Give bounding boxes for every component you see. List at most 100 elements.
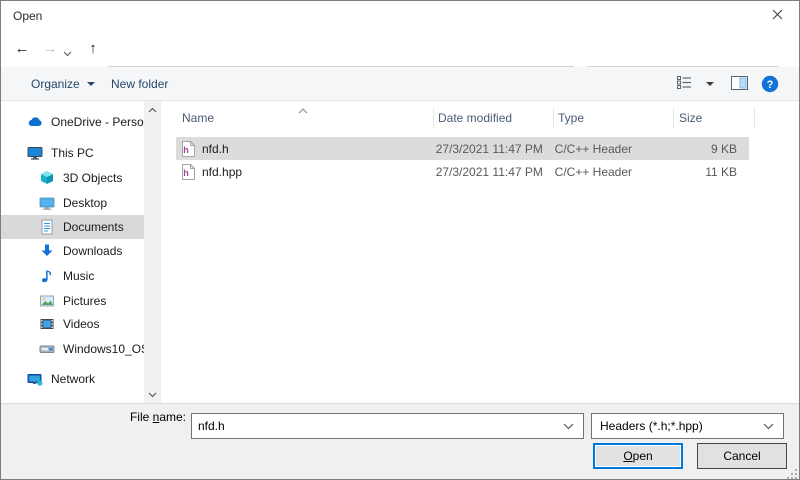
file-type-cell: C/C++ Header — [550, 142, 669, 156]
close-icon — [772, 9, 783, 23]
sidebar-item-videos[interactable]: Videos — [1, 312, 144, 336]
desktop-monitor-icon — [39, 195, 55, 211]
chevron-down-icon — [563, 423, 574, 430]
file-type-filter-value: Headers (*.h;*.hpp) — [592, 419, 763, 433]
sidebar-item-pictures[interactable]: Pictures — [1, 289, 144, 313]
button-text: pen — [633, 449, 653, 463]
file-name-cell: h nfd.hpp — [176, 164, 431, 180]
up-button[interactable]: ↑ — [81, 31, 105, 67]
chevron-up-icon — [148, 107, 157, 113]
details-view-icon — [677, 76, 692, 92]
music-note-icon — [39, 268, 55, 284]
dialog-title: Open — [13, 1, 42, 31]
column-divider[interactable] — [673, 108, 674, 128]
sidebar-item-onedrive[interactable]: OneDrive - Personal — [1, 110, 144, 134]
file-row-nfd-hpp[interactable]: h nfd.hpp 27/3/2021 11:47 PM C/C++ Heade… — [176, 160, 749, 183]
column-divider[interactable] — [754, 108, 755, 128]
file-name-label: File name: — [86, 404, 186, 430]
sidebar-item-downloads[interactable]: Downloads — [1, 239, 144, 263]
svg-text:?: ? — [767, 79, 774, 91]
preview-pane-button[interactable] — [726, 73, 752, 95]
caret-down-icon — [706, 82, 714, 86]
download-arrow-icon — [39, 243, 55, 259]
sidebar-item-documents[interactable]: Documents — [1, 215, 144, 239]
file-name: nfd.hpp — [202, 165, 242, 179]
file-name-cell: h nfd.h — [176, 141, 431, 157]
command-toolbar: Organize New folder — [1, 67, 799, 101]
sidebar-item-label: Videos — [63, 317, 99, 331]
sidebar-item-network[interactable]: Network — [1, 367, 144, 391]
sidebar-item-label: Desktop — [63, 196, 107, 210]
scroll-up-button[interactable] — [144, 101, 161, 118]
cancel-button[interactable]: Cancel — [697, 443, 787, 469]
button-text: Cancel — [723, 449, 760, 463]
file-size-cell: 9 KB — [669, 142, 749, 156]
sidebar-item-label: Documents — [63, 220, 124, 234]
open-file-dialog: Open ← → ↑ « GitHub › native — [0, 0, 800, 480]
file-type-cell: C/C++ Header — [550, 165, 669, 179]
organize-menu-button[interactable]: Organize — [31, 67, 95, 100]
file-size-cell: 11 KB — [669, 165, 749, 179]
sidebar-item-label: Music — [63, 269, 94, 283]
sidebar-item-3d-objects[interactable]: 3D Objects — [1, 166, 144, 190]
file-type-filter-dropdown[interactable]: Headers (*.h;*.hpp) — [591, 413, 784, 439]
column-header-date-modified[interactable]: Date modified — [438, 105, 512, 131]
forward-button[interactable]: → — [37, 31, 63, 67]
file-name-combobox[interactable] — [191, 413, 584, 439]
film-icon — [39, 316, 55, 332]
button-mnemonic: O — [623, 449, 632, 463]
column-header-type[interactable]: Type — [558, 105, 584, 131]
file-date-cell: 27/3/2021 11:47 PM — [431, 165, 550, 179]
sidebar-item-desktop[interactable]: Desktop — [1, 191, 144, 215]
sort-ascending-icon — [298, 103, 308, 117]
new-folder-button[interactable]: New folder — [111, 67, 168, 100]
file-name: nfd.h — [202, 142, 229, 156]
column-divider[interactable] — [433, 108, 434, 128]
caret-down-icon — [87, 82, 95, 86]
back-button[interactable]: ← — [9, 31, 35, 67]
title-bar: Open — [1, 1, 799, 31]
sidebar-item-label: Network — [51, 372, 95, 386]
3d-cube-icon — [39, 170, 55, 186]
chevron-down-icon — [763, 423, 774, 430]
network-computer-icon — [27, 371, 43, 387]
svg-text:h: h — [183, 168, 189, 178]
organize-label: Organize — [31, 77, 80, 91]
sidebar-scrollbar[interactable] — [144, 101, 161, 403]
resize-grip-icon[interactable] — [786, 468, 798, 480]
sidebar-item-label: Pictures — [63, 294, 106, 308]
navigation-sidebar: OneDrive - Personal This PC 3D Objects — [1, 101, 161, 403]
file-date-cell: 27/3/2021 11:47 PM — [431, 142, 550, 156]
open-button[interactable]: Open — [593, 443, 683, 469]
preview-pane-icon — [731, 76, 748, 93]
column-divider[interactable] — [553, 108, 554, 128]
picture-icon — [39, 293, 55, 309]
recent-locations-button[interactable] — [63, 46, 77, 54]
sidebar-item-music[interactable]: Music — [1, 264, 144, 288]
sidebar-item-label: This PC — [51, 146, 94, 160]
new-folder-label: New folder — [111, 77, 168, 91]
file-list-pane: Name Date modified Type Size h nfd.h 27/… — [161, 101, 800, 403]
scroll-down-button[interactable] — [144, 386, 161, 403]
change-view-button[interactable] — [673, 73, 717, 95]
navigation-bar: ← → ↑ « GitHub › nativefiledialog › src … — [1, 31, 799, 67]
column-header-name[interactable]: Name — [182, 105, 214, 131]
file-row-nfd-h[interactable]: h nfd.h 27/3/2021 11:47 PM C/C++ Header … — [176, 137, 749, 160]
sidebar-item-label: Windows10_OS (C:) — [63, 342, 144, 356]
sidebar-item-windows10-os[interactable]: Windows10_OS (C:) — [1, 337, 144, 361]
document-icon — [39, 219, 55, 235]
header-file-icon: h — [181, 141, 195, 157]
file-name-input[interactable] — [192, 418, 563, 434]
label-text: ame: — [159, 410, 186, 424]
chevron-down-icon — [148, 392, 157, 398]
help-button[interactable]: ? — [758, 73, 782, 95]
sidebar-item-this-pc[interactable]: This PC — [1, 141, 144, 165]
close-button[interactable] — [755, 1, 799, 30]
column-header-size[interactable]: Size — [679, 105, 702, 131]
label-text: File — [130, 410, 153, 424]
computer-icon — [27, 145, 43, 161]
svg-text:h: h — [183, 145, 189, 155]
sidebar-item-label: Downloads — [63, 244, 122, 258]
header-file-icon: h — [181, 164, 195, 180]
help-icon: ? — [761, 75, 779, 93]
